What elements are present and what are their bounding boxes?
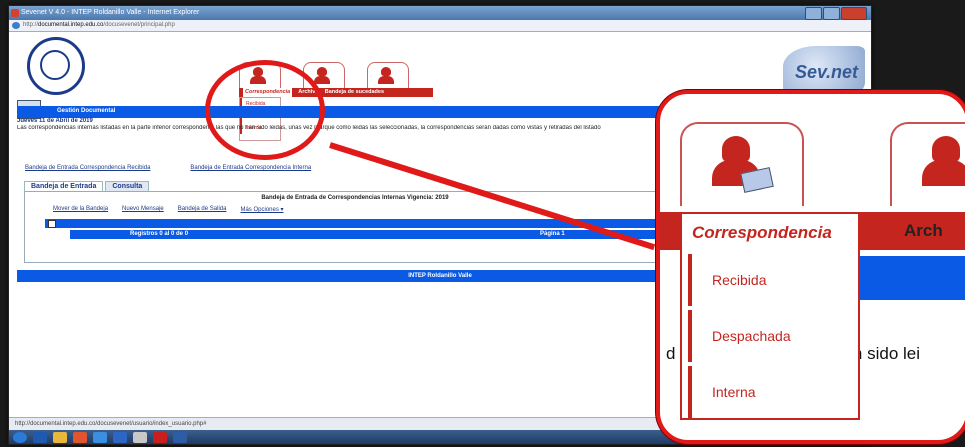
window-controls (805, 7, 867, 20)
start-button-icon[interactable] (13, 431, 27, 443)
zoom-item-despachada: Despachada (688, 310, 852, 362)
inbox-links: Bandeja de Entrada Correspondencia Recib… (25, 165, 311, 171)
new-message-button[interactable]: Nuevo Mensaje (122, 206, 164, 213)
url-path: /docusevenet/principal.php (103, 22, 175, 28)
record-count: Registros 0 al 0 de 0 (130, 231, 189, 237)
word-icon[interactable] (173, 431, 187, 443)
move-button[interactable]: Mover de la Bandeja (53, 206, 108, 213)
window-title: Sevenet V 4.0 - INTEP Roldanillo Valle -… (21, 9, 200, 16)
outbox-button[interactable]: Bandeja de Salida (178, 206, 227, 213)
browser-icon[interactable] (73, 431, 87, 443)
module-title: Gestión Documental (57, 108, 116, 114)
inbox-toolbar: Mover de la Bandeja Nuevo Mensaje Bandej… (53, 206, 284, 213)
institution-seal-logo (27, 37, 85, 95)
tool-icon[interactable] (133, 431, 147, 443)
ie-taskbar-icon[interactable] (93, 431, 107, 443)
zoom-tab-correspondencia-icon (680, 122, 804, 206)
select-all-checkbox[interactable] (48, 220, 56, 228)
address-bar[interactable]: http://documental.intep.edu.co/docuseven… (9, 20, 871, 32)
zoom-menu-archivo: Arch (904, 221, 943, 240)
zoom-callout: Correspondencia Arch Recibida Despachada… (656, 90, 965, 444)
more-options-button[interactable]: Más Opciones ▾ (240, 206, 283, 213)
menu-bandeja[interactable]: Bandeja de sucedades (325, 88, 384, 97)
panel-title: Bandeja de Entrada de Correspondencias I… (261, 195, 449, 201)
zoom-item-recibida: Recibida (688, 254, 852, 306)
app-icon (11, 9, 19, 17)
title-bar: Sevenet V 4.0 - INTEP Roldanillo Valle -… (9, 6, 871, 20)
ie-icon (12, 22, 20, 29)
folder-icon[interactable] (53, 431, 67, 443)
zoom-dropdown: Recibida Despachada Interna (680, 250, 860, 420)
url-domain: documental.intep.edu.co (38, 22, 104, 28)
zoom-tab-archivo-icon (890, 122, 965, 206)
zoom-menu-correspondencia: Correspondencia (680, 212, 860, 250)
url-prefix: http:// (23, 22, 39, 28)
taskbar-app-icon[interactable] (33, 431, 47, 443)
maximize-button[interactable] (823, 7, 840, 20)
pdf-icon[interactable] (153, 431, 167, 443)
zoom-text-left: d (666, 344, 676, 363)
highlight-circle (205, 60, 325, 160)
pagination-row: Registros 0 al 0 de 0 Página 1 (70, 230, 675, 239)
page-number: Página 1 (540, 231, 565, 237)
tab-bandeja-icon[interactable] (367, 62, 409, 89)
current-date: Jueves 11 de Abril de 2019 (17, 118, 93, 124)
zoom-item-interna: Interna (688, 366, 852, 418)
link-recibida[interactable]: Bandeja de Entrada Correspondencia Recib… (25, 165, 150, 171)
link-interna[interactable]: Bandeja de Entrada Correspondencia Inter… (190, 165, 311, 171)
close-button[interactable] (841, 7, 867, 20)
chrome-icon[interactable] (113, 431, 127, 443)
minimize-button[interactable] (805, 7, 822, 20)
